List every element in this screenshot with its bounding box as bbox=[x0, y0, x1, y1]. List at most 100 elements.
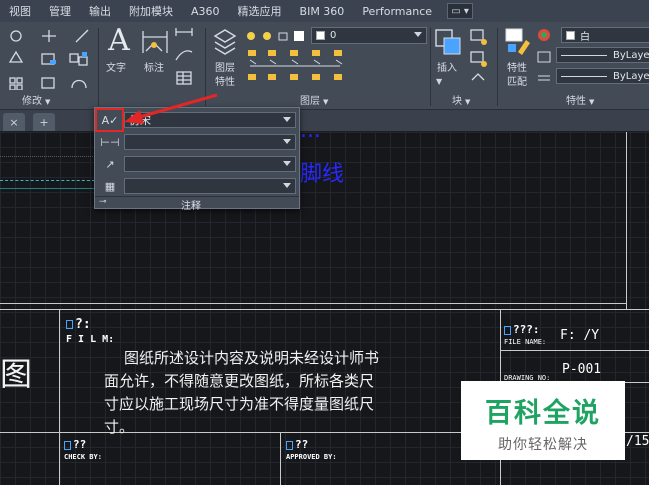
color-swatch bbox=[566, 30, 575, 40]
annotation-small-tools-icon[interactable] bbox=[173, 26, 197, 90]
chevron-down-icon[interactable]: ▼ bbox=[436, 75, 442, 89]
menu-view[interactable]: 视图 bbox=[0, 3, 40, 19]
left-title-char: 图 bbox=[0, 355, 33, 393]
panel-separator bbox=[430, 28, 431, 106]
title-block-line bbox=[500, 350, 649, 351]
dimension-tool-label[interactable]: 标注 bbox=[144, 59, 164, 74]
layer-panel-title[interactable]: 图层 ▼ bbox=[300, 92, 328, 107]
layer-properties-label[interactable]: 图层 bbox=[215, 59, 235, 74]
title-block-line bbox=[0, 303, 627, 304]
linetype-preview bbox=[561, 54, 607, 56]
insert-label[interactable]: 插入 bbox=[437, 59, 457, 74]
check-by-label: CHECK BY: bbox=[64, 453, 102, 461]
dimension-style-row: ⊢⊣ bbox=[98, 133, 298, 151]
menu-a360[interactable]: A360 bbox=[182, 5, 229, 18]
color-wheel-icon[interactable] bbox=[536, 28, 554, 88]
chevron-down-icon bbox=[283, 183, 291, 188]
question-block-icon bbox=[286, 440, 293, 450]
modify-tools-icon[interactable] bbox=[6, 26, 98, 90]
lineweight-preview bbox=[561, 75, 607, 77]
dimension-style-icon[interactable]: ⊢⊣ bbox=[100, 134, 120, 150]
panel-separator bbox=[98, 28, 99, 106]
panel-separator bbox=[497, 28, 498, 106]
match-properties-icon[interactable] bbox=[504, 26, 532, 56]
multileader-style-dropdown[interactable] bbox=[124, 156, 296, 172]
layer-properties-label-2[interactable]: 特性 bbox=[215, 73, 235, 88]
approved-by-label: APPROVED BY: bbox=[286, 453, 337, 461]
drawing-no-value: P-001 bbox=[562, 362, 602, 377]
approved-qmark: ?? bbox=[286, 438, 308, 451]
new-tab-button[interactable]: + bbox=[33, 113, 55, 131]
menu-featured-apps[interactable]: 精选应用 bbox=[229, 3, 291, 19]
annotation-flyout-footer: ⊸ 注释 bbox=[95, 196, 299, 212]
question-block-icon bbox=[64, 440, 71, 450]
title-block-line bbox=[0, 309, 649, 310]
color-dropdown[interactable]: 白 bbox=[561, 27, 649, 43]
cyan-guide-line bbox=[0, 180, 95, 181]
ribbon-tab-bar: 视图 管理 输出 附加模块 A360 精选应用 BIM 360 Performa… bbox=[0, 0, 649, 22]
chevron-down-icon bbox=[414, 32, 422, 37]
modify-panel-title[interactable]: 修改 ▼ bbox=[22, 92, 50, 107]
text-tool-icon[interactable]: A bbox=[104, 25, 134, 57]
qq-label: ???: bbox=[504, 323, 540, 336]
dimension-style-dropdown[interactable] bbox=[124, 134, 296, 150]
table-style-dropdown[interactable] bbox=[124, 178, 296, 194]
question-block-icon bbox=[504, 325, 511, 335]
title-block-line bbox=[626, 132, 627, 309]
plus-icon: + bbox=[39, 115, 49, 129]
annotation-flyout-title: 注释 bbox=[181, 201, 201, 212]
cyan-guide-line bbox=[0, 188, 95, 189]
layer-tools-icons[interactable] bbox=[246, 48, 346, 88]
autocad-window: 视图 管理 输出 附加模块 A360 精选应用 BIM 360 Performa… bbox=[0, 0, 649, 485]
table-style-icon[interactable]: ▦ bbox=[100, 178, 120, 194]
current-layer-name: 0 bbox=[330, 30, 337, 41]
block-panel-title[interactable]: 块 ▼ bbox=[452, 92, 470, 107]
linetype-dropdown[interactable]: ByLaye bbox=[556, 47, 649, 63]
lineweight-dropdown[interactable]: ByLaye bbox=[556, 68, 649, 84]
menu-bim360[interactable]: BIM 360 bbox=[291, 5, 354, 18]
chevron-down-icon bbox=[283, 161, 291, 166]
menu-manage[interactable]: 管理 bbox=[40, 3, 80, 19]
multileader-style-icon[interactable]: ↗ bbox=[100, 156, 120, 172]
question-block-icon bbox=[66, 320, 73, 329]
watermark-title: 百科全说 bbox=[485, 398, 601, 429]
file-name-label: FILE NAME: bbox=[504, 338, 547, 346]
design-note-line-1: 图纸所述设计内容及说明未经设计师书 bbox=[124, 349, 380, 367]
design-note-line-2: 面允许，不得随意更改图纸，所标各类尺 bbox=[104, 372, 375, 390]
drawing-heading-line1: ... bbox=[300, 118, 321, 143]
menu-performance[interactable]: Performance bbox=[353, 5, 441, 18]
table-style-row: ▦ bbox=[98, 177, 298, 195]
linetype-value: ByLaye bbox=[613, 49, 649, 61]
grey-guide-line bbox=[0, 156, 95, 157]
watermark-subtitle: 助你轻松解决 bbox=[498, 437, 588, 453]
block-tools-icons[interactable] bbox=[468, 28, 492, 88]
check-qmark: ?? bbox=[64, 438, 86, 451]
layer-properties-icon[interactable] bbox=[212, 26, 238, 56]
design-note-line-3: 寸应以施工现场尺寸为准不得度量图纸尺 bbox=[104, 395, 375, 413]
dimension-tool-icon[interactable] bbox=[140, 27, 170, 57]
ribbon-display-toggle[interactable]: ▭ ▾ bbox=[447, 3, 474, 19]
film-label: F I L M: bbox=[66, 334, 115, 345]
layer-dropdown[interactable]: 0 bbox=[311, 27, 427, 44]
color-value: 白 bbox=[580, 31, 590, 43]
title-block-qmark: ?: bbox=[66, 317, 91, 332]
design-note-line-4: 寸。 bbox=[104, 418, 135, 436]
insert-block-icon[interactable] bbox=[434, 27, 462, 57]
title-block-line bbox=[59, 309, 60, 485]
text-tool-label[interactable]: 文字 bbox=[106, 59, 126, 74]
title-block-line bbox=[280, 432, 281, 485]
menu-addins[interactable]: 附加模块 bbox=[120, 3, 182, 19]
layer-state-icons[interactable] bbox=[246, 29, 310, 43]
pin-icon[interactable]: ⊸ bbox=[99, 197, 107, 207]
properties-panel-title[interactable]: 特性 ▼ bbox=[566, 92, 594, 107]
close-tab-button[interactable]: × bbox=[3, 113, 25, 131]
watermark-badge: 百科全说 助你轻松解决 bbox=[461, 381, 625, 460]
menu-output[interactable]: 输出 bbox=[80, 3, 120, 19]
match-properties-label-2[interactable]: 匹配 bbox=[507, 73, 527, 88]
match-properties-label[interactable]: 特性 bbox=[507, 59, 527, 74]
drawing-heading-line2: 脚线 bbox=[300, 162, 345, 187]
layer-color-swatch bbox=[316, 31, 325, 40]
close-icon: × bbox=[9, 115, 19, 129]
red-arrow-annotation bbox=[124, 93, 218, 124]
ribbon: 修改 ▼ A 文字 标注 图层 特性 0 图层 ▼ 插入 ▼ 块 ▼ 特性 匹配… bbox=[0, 22, 649, 110]
